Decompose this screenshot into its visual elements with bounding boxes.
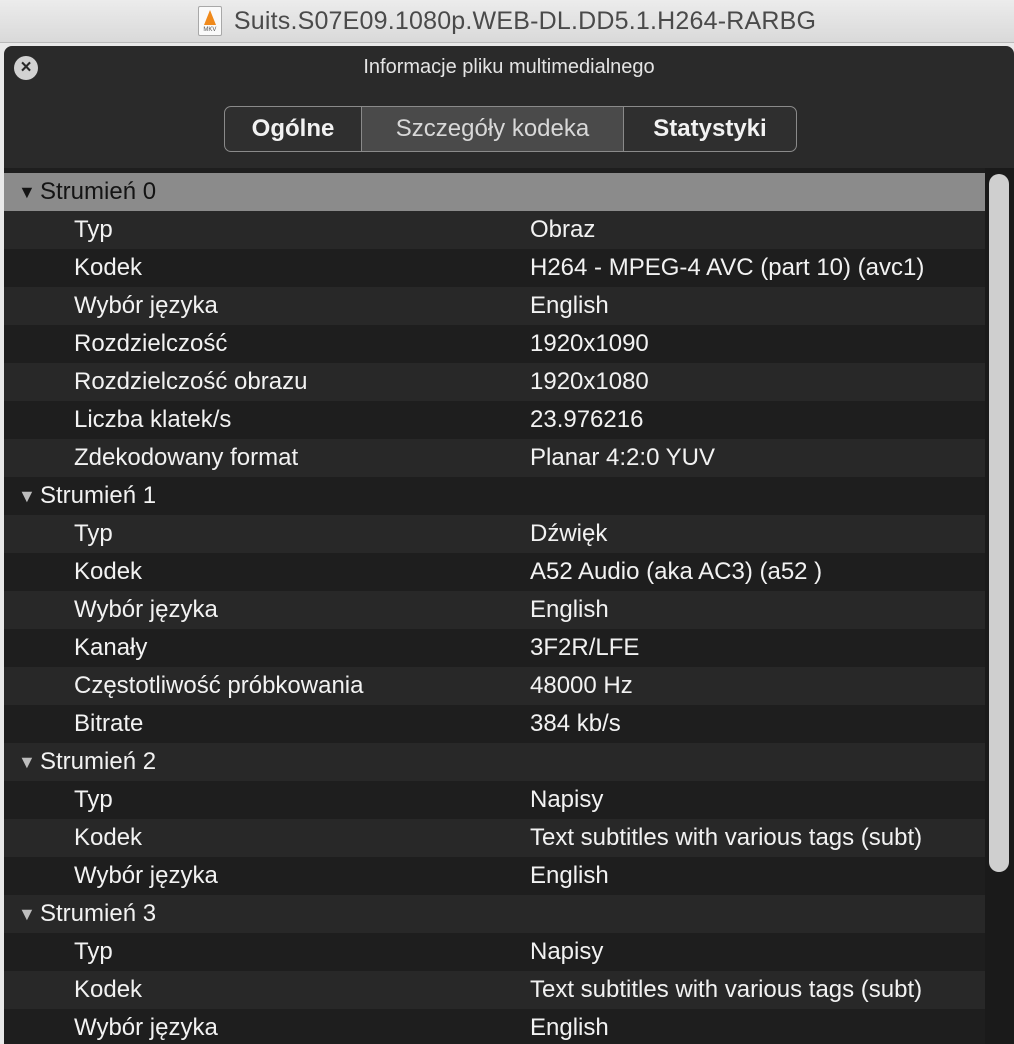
property-key: Typ xyxy=(74,938,113,965)
property-row[interactable]: Wybór języka English xyxy=(4,591,986,629)
property-row[interactable]: Kanały 3F2R/LFE xyxy=(4,629,986,667)
property-key: Wybór języka xyxy=(74,1014,218,1041)
property-row[interactable]: Liczba klatek/s 23.976216 xyxy=(4,401,986,439)
property-key: Bitrate xyxy=(74,710,144,737)
tab-statistics[interactable]: Statystyki xyxy=(624,107,796,151)
property-value: 1920x1080 xyxy=(530,368,649,395)
stream-tree: ▼ Strumień 0 Typ Obraz Kodek H264 - MPEG-4 AV… xyxy=(4,173,986,1044)
property-key: Rozdzielczość obrazu xyxy=(74,368,308,395)
property-row[interactable]: Kodek Text subtitles with various tags (s… xyxy=(4,971,986,1009)
property-value: English xyxy=(530,292,609,319)
property-value: H264 - MPEG-4 AVC (part 10) (avc1) xyxy=(530,254,925,281)
property-key: Typ xyxy=(74,786,113,813)
property-key: Zdekodowany format xyxy=(74,444,299,471)
property-row[interactable]: Bitrate 384 kb/s xyxy=(4,705,986,743)
stream-header[interactable]: ▼ Strumień 1 xyxy=(4,477,986,515)
property-row[interactable]: Kodek A52 Audio (aka AC3) (a52 ) xyxy=(4,553,986,591)
scrollbar-thumb[interactable] xyxy=(989,174,1009,872)
property-value: Text subtitles with various tags (subt) xyxy=(530,976,923,1003)
property-row[interactable]: Kodek Text subtitles with various tags (s… xyxy=(4,819,986,857)
property-value: 1920x1090 xyxy=(530,330,649,357)
property-row[interactable]: Wybór języka English xyxy=(4,857,986,895)
property-row[interactable]: Kodek H264 - MPEG-4 AVC (part 10) (avc1) xyxy=(4,249,986,287)
property-value: Napisy xyxy=(530,938,604,965)
property-value: 48000 Hz xyxy=(530,672,633,699)
stream-header[interactable]: ▼ Strumień 0 xyxy=(4,173,986,211)
stream-label: Strumień 1 xyxy=(40,482,157,509)
property-key: Częstotliwość próbkowania xyxy=(74,672,364,699)
tab-general[interactable]: Ogólne xyxy=(225,107,362,151)
property-key: Wybór języka xyxy=(74,862,218,889)
disclosure-triangle-icon[interactable]: ▼ xyxy=(18,486,40,507)
property-row[interactable]: Typ Napisy xyxy=(4,933,986,971)
property-row[interactable]: Rozdzielczość obrazu 1920x1080 xyxy=(4,363,986,401)
property-key: Typ xyxy=(74,520,113,547)
property-row[interactable]: Zdekodowany format Planar 4:2:0 YUV xyxy=(4,439,986,477)
property-value: Text subtitles with various tags (subt) xyxy=(530,824,923,851)
property-value: English xyxy=(530,1014,609,1041)
vlc-document-icon: MKV xyxy=(197,6,222,36)
codec-details-list[interactable]: ▼ Strumień 0 Typ Obraz Kodek H264 - MPEG-4 AV… xyxy=(4,168,1014,1044)
stream-label: Strumień 2 xyxy=(40,748,157,775)
property-row[interactable]: Rozdzielczość 1920x1090 xyxy=(4,325,986,363)
property-row[interactable]: Wybór języka English xyxy=(4,287,986,325)
property-value: Napisy xyxy=(530,786,604,813)
property-value: English xyxy=(530,862,609,889)
property-row[interactable]: Typ Dźwięk xyxy=(4,515,986,553)
disclosure-triangle-icon[interactable]: ▼ xyxy=(18,752,40,773)
property-value: 23.976216 xyxy=(530,406,644,433)
property-row[interactable]: Częstotliwość próbkowania 48000 Hz xyxy=(4,667,986,705)
disclosure-triangle-icon[interactable]: ▼ xyxy=(18,182,40,203)
property-value: Planar 4:2:0 YUV xyxy=(530,444,716,471)
media-info-panel: × Informacje pliku multimedialnego Ogóln… xyxy=(4,46,1014,1044)
panel-title: Informacje pliku multimedialnego xyxy=(363,56,655,78)
property-key: Rozdzielczość xyxy=(74,330,228,357)
stream-label: Strumień 3 xyxy=(40,900,157,927)
tab-bar: Ogólne Szczegóły kodeka Statystyki xyxy=(224,106,797,152)
property-value: 3F2R/LFE xyxy=(530,634,640,661)
vertical-scrollbar[interactable] xyxy=(985,168,1014,1044)
stream-header[interactable]: ▼ Strumień 2 xyxy=(4,743,986,781)
property-key: Kodek xyxy=(74,976,143,1003)
property-row[interactable]: Typ Napisy xyxy=(4,781,986,819)
property-key: Wybór języka xyxy=(74,596,218,623)
window-titlebar[interactable]: MKV Suits.S07E09.1080p.WEB-DL.DD5.1.H264… xyxy=(0,0,1014,43)
property-value: Dźwięk xyxy=(530,520,608,547)
property-row[interactable]: Wybór języka English xyxy=(4,1009,986,1044)
property-key: Kodek xyxy=(74,558,143,585)
vlc-cone-icon xyxy=(203,10,216,25)
disclosure-triangle-icon[interactable]: ▼ xyxy=(18,904,40,925)
property-key: Kanały xyxy=(74,634,148,661)
stream-label: Strumień 0 xyxy=(40,178,157,205)
property-key: Typ xyxy=(74,216,113,243)
property-value: English xyxy=(530,596,609,623)
property-key: Liczba klatek/s xyxy=(74,406,232,433)
property-key: Kodek xyxy=(74,254,143,281)
property-key: Wybór języka xyxy=(74,292,218,319)
property-key: Kodek xyxy=(74,824,143,851)
window-title: Suits.S07E09.1080p.WEB-DL.DD5.1.H264-RAR… xyxy=(233,6,817,35)
file-type-label: MKV xyxy=(203,27,217,33)
property-row[interactable]: Typ Obraz xyxy=(4,211,986,249)
property-value: Obraz xyxy=(530,216,596,243)
property-value: A52 Audio (aka AC3) (a52 ) xyxy=(530,558,823,585)
tab-codec-details[interactable]: Szczegóły kodeka xyxy=(362,107,624,151)
stream-header[interactable]: ▼ Strumień 3 xyxy=(4,895,986,933)
property-value: 384 kb/s xyxy=(530,710,621,737)
